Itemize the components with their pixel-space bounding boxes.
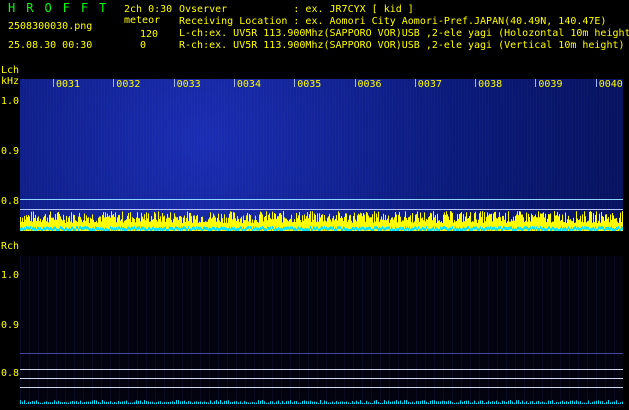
rch-level-meter: [20, 400, 623, 404]
lch-time-label: 0035: [297, 79, 322, 90]
rch-ytick-0-8: 0.8: [1, 368, 20, 379]
lch-time-label: 0034: [236, 79, 261, 90]
lch-time-label: 0037: [417, 79, 442, 90]
meteor-count-lch: 120: [140, 29, 159, 40]
rch-reference-line-2: [20, 378, 623, 379]
rch-info-line: R-ch:ex. UV5R 113.900Mhz(SAPPORO VOR)USB…: [179, 40, 625, 51]
lch-time-tick: [233, 79, 235, 87]
lch-time-label: 0040: [598, 79, 623, 90]
lch-time-tick: [294, 79, 296, 87]
lch-time-tick: [535, 79, 537, 87]
rch-ytick-0-9: 0.9: [1, 320, 20, 331]
location-line: Receiving Location : ex. Aomori City Aom…: [179, 16, 607, 27]
rch-label: Rch: [1, 241, 20, 252]
file-name: 2508300030.png: [8, 21, 93, 32]
date-time: 25.08.30 00:30: [8, 40, 93, 51]
lch-unit: kHz: [1, 76, 20, 87]
lch-ytick-1-0: 1.0: [1, 96, 20, 107]
rch-reference-line-1: [20, 369, 623, 370]
lch-info-line: L-ch:ex. UV5R 113.900Mhz(SAPPORO VOR)USB…: [179, 28, 629, 39]
lch-time-label: 0033: [176, 79, 201, 90]
meteor-count-rch: 0: [140, 40, 147, 51]
lch-time-tick: [113, 79, 115, 87]
lch-time-tick: [595, 79, 597, 87]
lch-time-tick: [354, 79, 356, 87]
lch-time-tick: [475, 79, 477, 87]
meteor-label: meteor: [124, 15, 161, 26]
lch-time-label: 0031: [56, 79, 81, 90]
lch-time-label: 0032: [116, 79, 141, 90]
channel-label: 2ch 0:30: [124, 4, 173, 15]
rch-ytick-1-0: 1.0: [1, 270, 20, 281]
lch-ytick-0-8: 0.8: [1, 196, 20, 207]
lch-time-label: 0036: [357, 79, 382, 90]
observer-line: Ovserver : ex. JR7CYX [ kid ]: [179, 4, 414, 15]
lch-label: Lch: [1, 65, 20, 76]
lch-ytick-0-9: 0.9: [1, 146, 20, 157]
lch-time-label: 0038: [478, 79, 503, 90]
lch-signal-line: [20, 199, 623, 200]
lch-time-label: 0039: [538, 79, 563, 90]
app-brand: HROFFT: [8, 1, 118, 15]
rch-reference-line-3: [20, 387, 623, 388]
lch-level-meter: [20, 211, 623, 231]
lch-time-tick: [414, 79, 416, 87]
lch-reference-line: [20, 209, 623, 210]
rch-signal-line: [20, 353, 623, 354]
lch-time-tick: [53, 79, 54, 87]
lch-spectrogram: 0031 0032 0033 0034 0035 0036 0037 0038 0039 0040: [20, 79, 623, 231]
lch-time-tick: [173, 79, 175, 87]
rch-spectrogram: [20, 256, 623, 407]
